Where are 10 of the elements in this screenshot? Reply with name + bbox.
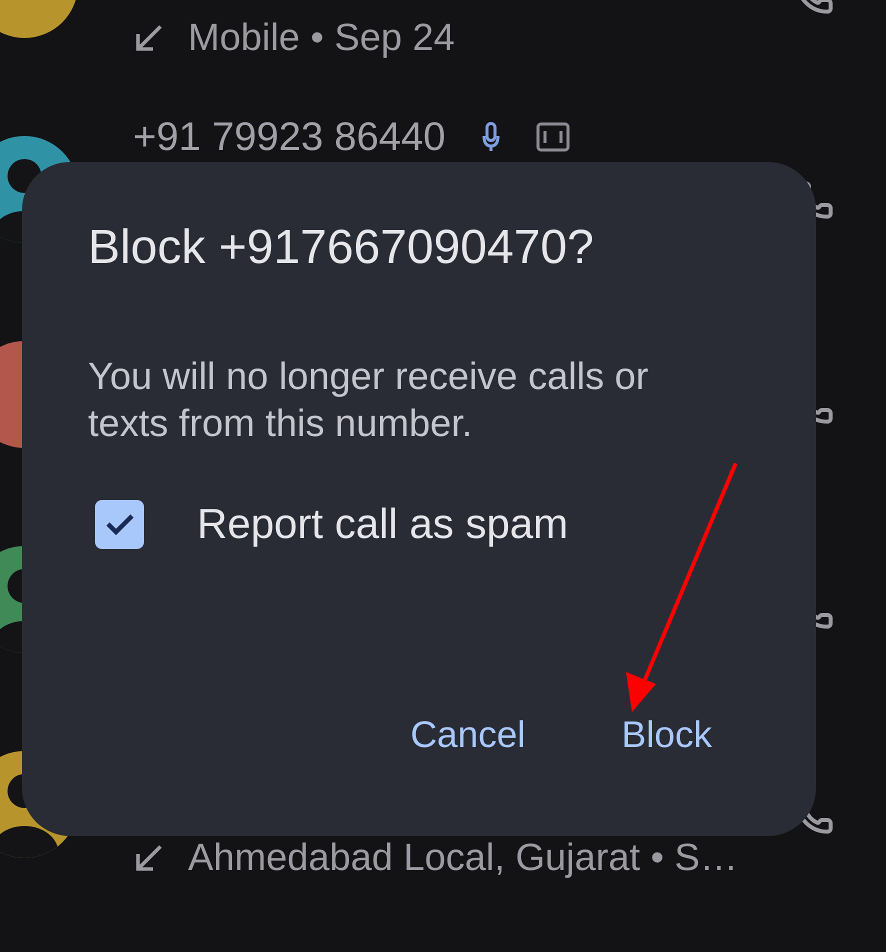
block-button[interactable]: Block: [608, 703, 726, 767]
check-icon: [104, 513, 134, 535]
dialog-title: Block +917667090470?: [88, 222, 595, 274]
cancel-button[interactable]: Cancel: [396, 703, 540, 767]
call-details: Ahmedabad Local, Gujarat • S…: [188, 836, 738, 880]
spam-checkbox[interactable]: [95, 500, 144, 548]
caller-number: +91 79923 86440: [133, 114, 446, 158]
dialog-message: You will no longer receive calls or texts from this number.: [88, 355, 650, 447]
call-details: Mobile • Sep 24: [188, 16, 455, 60]
checkbox-label: Report call as spam: [197, 499, 568, 549]
